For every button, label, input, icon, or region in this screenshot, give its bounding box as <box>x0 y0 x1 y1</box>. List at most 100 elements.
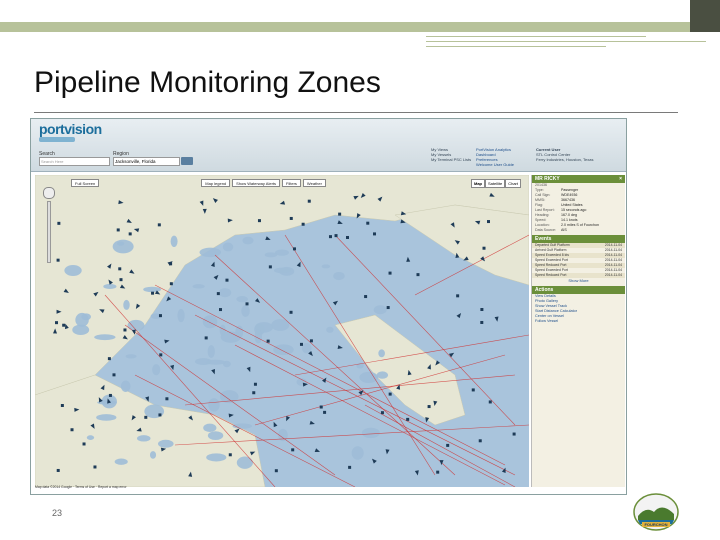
vessel-marker <box>266 339 270 343</box>
map-canvas[interactable] <box>35 175 529 487</box>
vessel-marker <box>414 470 419 476</box>
vessel-marker <box>334 234 338 238</box>
user-location: Ferry Industries, Houston, Texas <box>536 157 594 162</box>
app-header: portvision Search Search Here Region Jac… <box>31 119 626 172</box>
tab-waterway-alerts[interactable]: Show Waterway Alerts <box>232 179 281 187</box>
marsh-water-shape <box>112 239 134 254</box>
show-more-link[interactable]: Show More <box>532 278 625 284</box>
vessel-marker <box>219 308 223 312</box>
close-icon[interactable]: × <box>619 175 622 183</box>
pipeline-line <box>184 374 516 406</box>
marsh-water-shape <box>205 359 226 365</box>
vessel-marker <box>213 274 219 280</box>
vessel-marker <box>118 267 122 271</box>
marsh-water-shape <box>361 427 380 439</box>
marsh-water-shape <box>333 271 345 281</box>
vessel-marker <box>254 298 261 303</box>
map-type-satellite[interactable]: Satellite <box>484 179 506 188</box>
vessel-marker <box>56 258 60 262</box>
marsh-water-shape <box>157 439 174 448</box>
vessel-marker <box>406 417 410 421</box>
zoom-slider[interactable] <box>47 201 51 263</box>
vessel-marker <box>228 413 234 418</box>
vessel-name-header: MR RICKY × <box>532 175 625 183</box>
events-header: Events <box>532 235 625 243</box>
map-view[interactable]: Full Screen Map legend Show Waterway Ale… <box>35 175 529 487</box>
vessel-marker <box>273 421 278 428</box>
portvision-screenshot: portvision Search Search Here Region Jac… <box>30 118 627 495</box>
slide-accent-corner <box>690 0 720 32</box>
vessel-marker <box>158 413 162 417</box>
vessel-marker <box>119 278 123 282</box>
vessel-marker <box>427 405 431 409</box>
vessel-marker <box>482 246 486 250</box>
search-input[interactable]: Search Here <box>39 157 110 166</box>
tab-map-legend[interactable]: Map legend <box>201 179 231 187</box>
vessel-marker <box>388 271 392 275</box>
tab-weather[interactable]: Weather <box>302 179 326 187</box>
vessel-marker <box>165 397 169 401</box>
marsh-water-shape <box>351 446 364 460</box>
vessel-marker <box>406 256 411 262</box>
vessel-marker <box>157 223 161 227</box>
vessel-marker <box>216 292 220 296</box>
vessel-marker <box>93 465 97 469</box>
east-coast-shape <box>394 204 529 286</box>
vessel-marker <box>245 302 249 306</box>
marsh-water-shape <box>274 267 291 274</box>
vessel-marker <box>386 306 390 310</box>
vessel-marker <box>158 314 162 318</box>
map-type-map[interactable]: Map <box>470 179 485 188</box>
marsh-water-shape <box>373 305 387 315</box>
marsh-water-shape <box>136 435 151 442</box>
logo-underline <box>39 137 75 142</box>
actions-header: Actions <box>532 286 625 294</box>
map-type-control: Map Satellite Chart <box>470 179 521 188</box>
action-link[interactable]: Follow Vessel <box>532 319 625 324</box>
vessel-marker <box>480 320 484 324</box>
vessel-marker <box>299 342 303 346</box>
app-logo[interactable]: portvision <box>39 121 102 137</box>
event-name: Speed Reduced Port <box>535 273 567 277</box>
marsh-water-shape <box>143 286 162 293</box>
vessel-marker <box>265 236 271 240</box>
detail-value: AIS <box>561 228 567 232</box>
map-type-chart[interactable]: Chart <box>505 179 521 188</box>
vessel-marker <box>314 448 321 452</box>
vessel-marker <box>307 199 311 203</box>
marsh-water-shape <box>222 242 234 252</box>
region-select[interactable]: Jacksonville, Florida <box>113 157 180 166</box>
marsh-water-shape <box>75 312 89 327</box>
map-toolbar: Full Screen Map legend Show Waterway Ale… <box>71 179 326 187</box>
marsh-water-shape <box>273 344 294 356</box>
land-layer <box>35 175 529 487</box>
marsh-water-shape <box>86 435 95 440</box>
pan-control-icon[interactable] <box>43 187 55 199</box>
marsh-water-shape <box>170 235 178 248</box>
marsh-water-shape <box>120 380 131 392</box>
region-go-button[interactable] <box>181 157 193 165</box>
tab-full-screen[interactable]: Full Screen <box>71 179 100 187</box>
vessel-marker <box>338 212 342 216</box>
vessel-marker <box>82 442 86 446</box>
vessel-marker <box>416 273 420 277</box>
vessel-marker <box>301 222 305 226</box>
vessel-marker <box>112 373 116 377</box>
zoom-control[interactable] <box>43 187 55 267</box>
vessel-marker <box>253 382 257 386</box>
vessel-marker <box>123 328 127 332</box>
vessel-marker <box>56 468 60 472</box>
vessel-marker <box>487 220 491 224</box>
vessel-marker <box>107 357 111 361</box>
marsh-water-shape <box>114 458 128 465</box>
analytics-link[interactable]: Welcome User Guide <box>476 162 514 167</box>
events-list: Departed Gulf Platform 2014-11-04 Arrived … <box>532 243 625 278</box>
vessel-marker <box>385 449 390 455</box>
header-link[interactable]: My Terminal PSC Lists <box>431 157 471 162</box>
vessel-marker <box>309 339 313 343</box>
vessel-marker <box>388 392 392 396</box>
vessel-marker <box>328 235 332 239</box>
tab-filters[interactable]: Filters <box>282 179 301 187</box>
marsh-water-shape <box>192 284 205 289</box>
vessel-marker <box>456 312 462 319</box>
